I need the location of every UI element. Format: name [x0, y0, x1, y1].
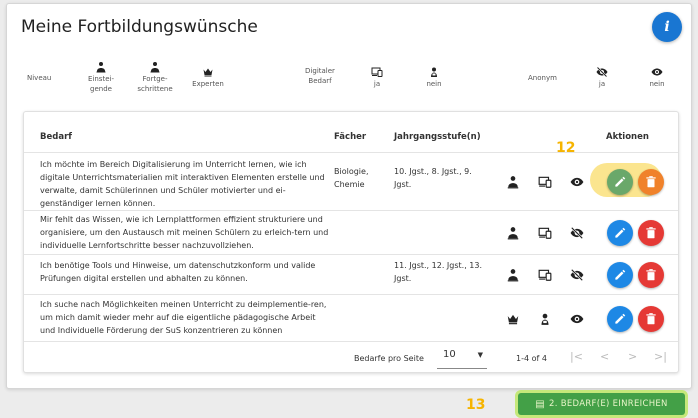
cell-jahrgang: 11. Jgst., 12. Jgst., 13. Jgst.	[394, 261, 482, 283]
eye-icon	[570, 175, 584, 189]
legend-digital-ja: ja	[369, 66, 385, 89]
legend-digitaler-bedarf: Digitaler Bedarf	[305, 67, 335, 85]
info-icon: i	[664, 19, 670, 35]
table-row: Mir fehlt das Wissen, wie ich Lernplattf…	[24, 210, 678, 254]
table-row: Ich suche nach Möglichkeiten meinen Unte…	[24, 294, 678, 341]
person-icon	[506, 226, 520, 240]
pencil-icon	[613, 268, 627, 282]
person-tie-icon	[149, 61, 161, 73]
delete-button[interactable]	[638, 306, 664, 332]
prev-page-icon[interactable]: <	[600, 350, 609, 363]
person-icon	[506, 175, 520, 189]
legend-digital-nein: nein	[424, 66, 444, 89]
page-title: Meine Fortbildungswünsche	[21, 17, 258, 37]
cell-bedarf: Ich benötige Tools und Hinweise, um date…	[40, 261, 316, 283]
crown-icon	[202, 66, 214, 78]
requirements-table: Bedarf Fächer Jahrgangsstufe(n) Aktionen…	[23, 111, 679, 373]
info-button[interactable]: i	[652, 12, 682, 42]
header-jahrgang: Jahrgangsstufe(n)	[394, 132, 481, 142]
legend-niveau: Niveau	[27, 74, 52, 82]
delete-button[interactable]	[638, 169, 664, 195]
table-row: Ich benötige Tools und Hinweise, um date…	[24, 254, 678, 294]
eye-off-icon	[596, 66, 608, 78]
person-icon	[95, 61, 107, 73]
last-page-icon[interactable]: >|	[654, 350, 667, 363]
edit-button[interactable]	[607, 262, 633, 288]
edit-button[interactable]	[607, 220, 633, 246]
eye-icon	[570, 312, 584, 326]
edit-button[interactable]	[607, 169, 633, 195]
delete-button[interactable]	[638, 262, 664, 288]
per-page-select[interactable]: 10 ▼	[437, 345, 487, 369]
devices-icon	[538, 175, 552, 189]
trash-icon	[644, 226, 658, 240]
cell-bedarf: Ich suche nach Möglichkeiten meinen Unte…	[40, 300, 327, 335]
page-range: 1-4 of 4	[516, 354, 547, 363]
cell-bedarf: Mir fehlt das Wissen, wie ich Lernplattf…	[40, 215, 329, 250]
cell-jahrgang: 10. Jgst., 8. Jgst., 9. Jgst.	[394, 167, 472, 189]
first-page-icon[interactable]: |<	[570, 350, 583, 363]
trash-icon	[644, 175, 658, 189]
table-row: Ich möchte im Bereich Digitalisierung im…	[24, 152, 678, 210]
legend-anonym: Anonym	[528, 74, 557, 82]
eye-icon	[651, 66, 663, 78]
devices-icon	[538, 226, 552, 240]
legend-fortgeschrittene: Fortge-schrittene	[135, 61, 175, 94]
cell-faecher: Biologie, Chemie	[334, 167, 369, 189]
cell-bedarf: Ich möchte im Bereich Digitalisierung im…	[40, 160, 325, 208]
devices-icon	[371, 66, 383, 78]
legend-anonym-nein: nein	[647, 66, 667, 89]
per-page-label: Bedarfe pro Seite	[354, 354, 424, 363]
legend: Niveau Einstei-gende Fortge-schrittene E…	[7, 61, 693, 101]
edit-button[interactable]	[607, 306, 633, 332]
wishes-card: Meine Fortbildungswünsche i Niveau Einst…	[6, 3, 692, 389]
legend-anonym-ja: ja	[594, 66, 610, 89]
no-device-icon	[538, 312, 552, 326]
trash-icon	[644, 312, 658, 326]
chevron-down-icon: ▼	[477, 351, 483, 359]
pencil-icon	[613, 312, 627, 326]
annotation-13: 13	[466, 397, 486, 413]
header-bedarf: Bedarf	[40, 132, 72, 142]
eye-off-icon	[570, 268, 584, 282]
eye-off-icon	[570, 226, 584, 240]
delete-button[interactable]	[638, 220, 664, 246]
crown-icon	[506, 312, 520, 326]
submit-button[interactable]: ▤ 2. BEDARF(E) EINREICHEN	[518, 393, 685, 415]
legend-einsteigende: Einstei-gende	[86, 61, 116, 94]
list-check-icon: ▤	[535, 398, 546, 410]
pencil-icon	[613, 226, 627, 240]
no-device-icon	[428, 66, 440, 78]
header-faecher: Fächer	[334, 132, 367, 142]
next-page-icon[interactable]: >	[628, 350, 637, 363]
legend-experten: Experten	[191, 66, 225, 89]
header-aktionen: Aktionen	[606, 132, 649, 142]
trash-icon	[644, 268, 658, 282]
devices-icon	[538, 268, 552, 282]
person-icon	[506, 268, 520, 282]
pagination-footer: Bedarfe pro Seite 10 ▼ 1-4 of 4 |< < > >…	[24, 341, 678, 373]
pencil-icon	[613, 175, 627, 189]
